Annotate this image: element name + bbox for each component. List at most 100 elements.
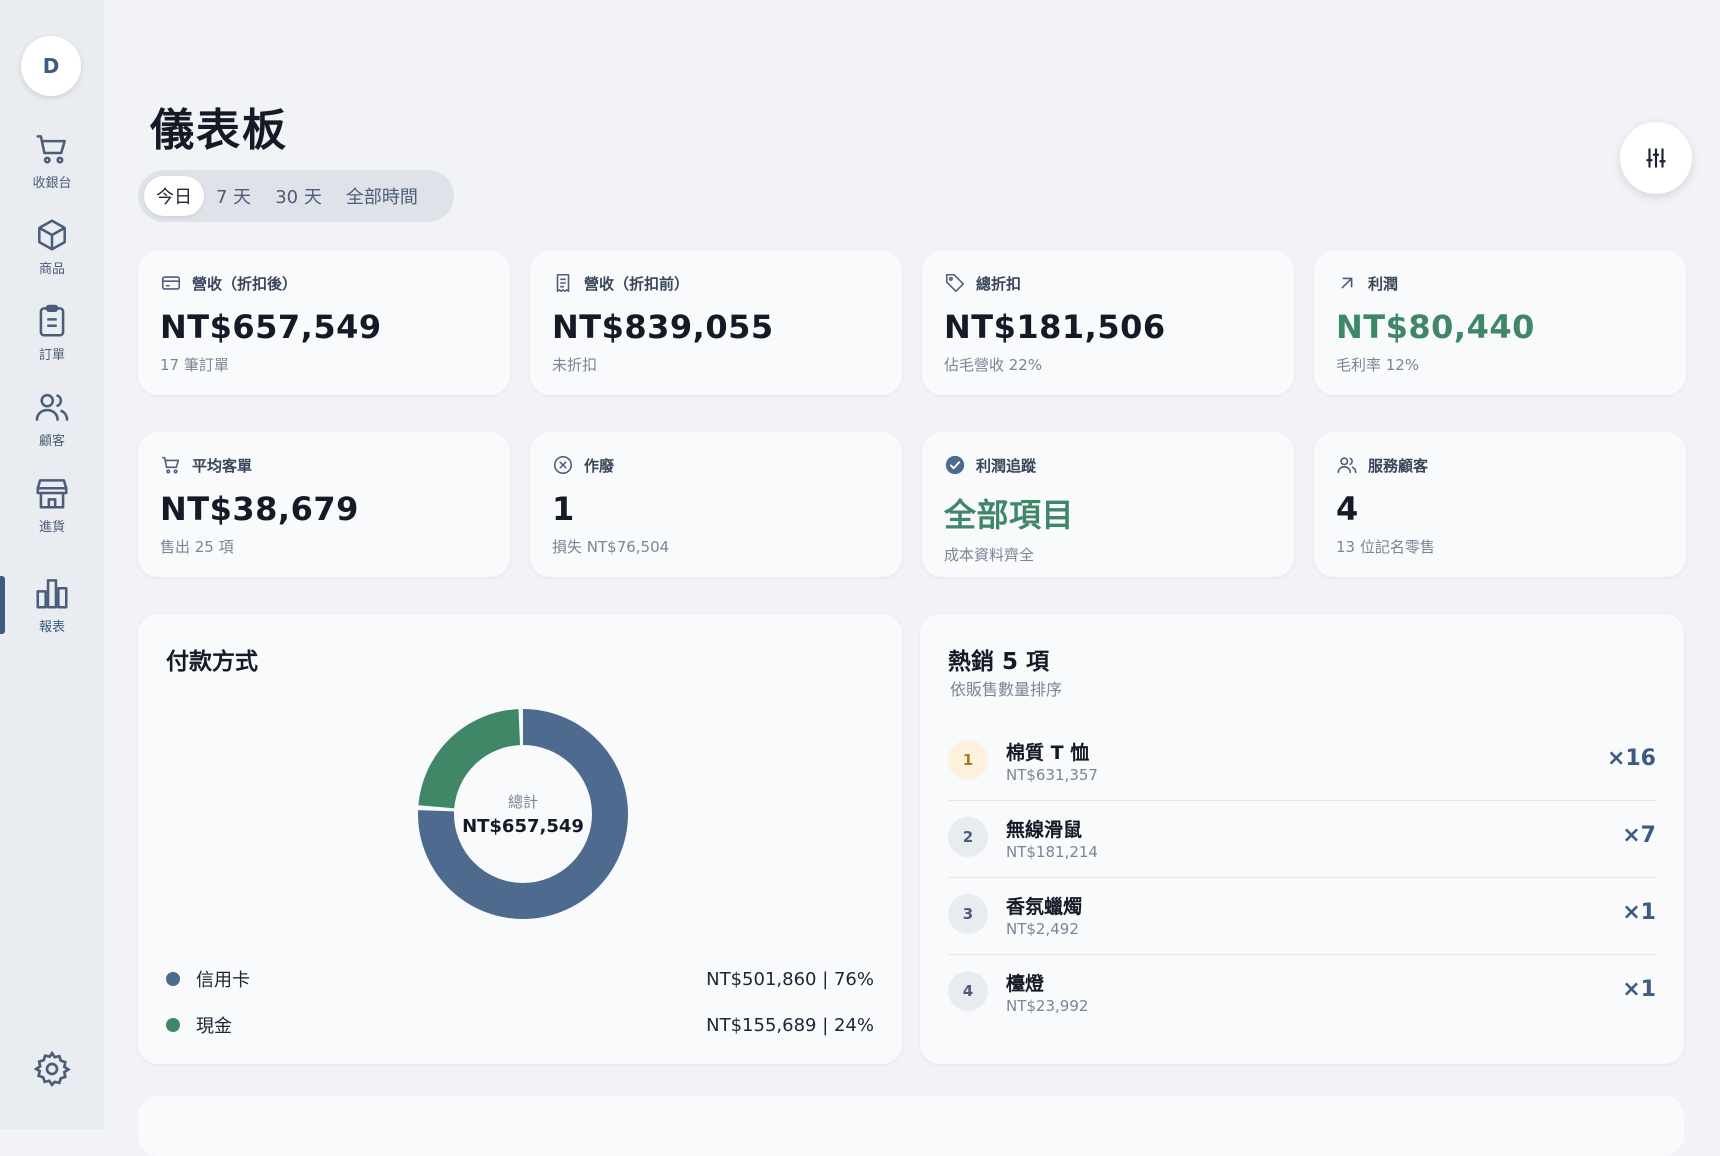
nav-item-cashier[interactable]: 收銀台: [0, 130, 104, 204]
legend-name: 信用卡: [196, 970, 250, 991]
product-name: 檯燈: [1006, 973, 1045, 995]
rank-badge: 4: [948, 971, 988, 1011]
nav-item-purchasing[interactable]: 進貨: [0, 474, 104, 548]
stat-label: 利潤: [1368, 274, 1399, 293]
date-range-selector: 今日 7 天 30 天 全部時間: [138, 170, 454, 222]
next-section-card: [138, 1096, 1684, 1156]
donut-total-value: NT$657,549: [462, 816, 584, 837]
section-subtitle: 依販售數量排序: [950, 680, 1063, 699]
top-sellers-card: 熱銷 5 項 依販售數量排序 1 棉質 T 恤 NT$631,357 ×16 2…: [920, 614, 1684, 1064]
product-revenue: NT$23,992: [1006, 997, 1089, 1015]
payment-donut-chart: 總計 NT$657,549: [403, 694, 643, 934]
nav-item-products[interactable]: 商品: [0, 216, 104, 290]
stat-value: 全部項目: [944, 496, 1075, 534]
nav-item-reports[interactable]: 報表: [0, 574, 104, 648]
product-name: 無線滑鼠: [1006, 819, 1083, 841]
arrow-up-right-icon: [1341, 277, 1353, 289]
bar-chart-icon: [36, 579, 68, 609]
nav-label: 商品: [38, 262, 65, 277]
stat-sub: 17 筆訂單: [160, 356, 229, 374]
rank-badge: 3: [948, 894, 988, 934]
nav-label: 收銀台: [32, 176, 72, 191]
tag-icon: [945, 273, 965, 293]
stat-sub: 未折扣: [552, 356, 598, 374]
sidebar: D 收銀台 商品 訂單 顧客 進貨 報表: [0, 0, 104, 1129]
stat-sub: 成本資料齊全: [944, 546, 1035, 564]
product-revenue: NT$2,492: [1006, 920, 1079, 938]
clipboard-icon: [39, 304, 65, 337]
list-item[interactable]: 3 香氛蠟燭 NT$2,492 ×1: [948, 878, 1656, 955]
check-circle-icon: [945, 455, 965, 475]
rank-badge: 2: [948, 817, 988, 857]
box-icon: [38, 219, 66, 251]
stat-card-voided: 作廢 1 損失 NT$76,504: [530, 432, 902, 577]
nav-label: 顧客: [38, 434, 65, 449]
legend-dot: [166, 1018, 180, 1032]
stat-value: NT$80,440: [1336, 308, 1535, 346]
list-item[interactable]: 2 無線滑鼠 NT$181,214 ×7: [948, 801, 1656, 878]
stat-label: 營收（折扣前）: [584, 274, 690, 293]
range-all[interactable]: 全部時間: [334, 176, 430, 216]
x-circle-icon: [553, 455, 573, 475]
donut-total-label: 總計: [507, 793, 538, 811]
stat-value: NT$38,679: [160, 490, 359, 528]
cart-icon: [36, 135, 66, 164]
stat-card-revenue-net: 營收（折扣後） NT$657,549 17 筆訂單: [138, 250, 510, 395]
cart-icon: [161, 456, 180, 474]
store-icon: [36, 479, 68, 509]
stat-sub: 售出 25 項: [160, 538, 234, 556]
stat-card-profit-tracking: 利潤追蹤 全部項目 成本資料齊全: [922, 432, 1294, 577]
stat-label: 利潤追蹤: [976, 456, 1037, 475]
top-sellers-list: 1 棉質 T 恤 NT$631,357 ×16 2 無線滑鼠 NT$181,21…: [948, 724, 1656, 1031]
stat-card-discount: 總折扣 NT$181,506 佔毛營收 22%: [922, 250, 1294, 395]
stat-value: 4: [1336, 490, 1359, 528]
list-item[interactable]: 4 檯燈 NT$23,992 ×1: [948, 955, 1656, 1031]
product-name: 棉質 T 恤: [1006, 742, 1090, 764]
product-quantity: ×1: [1622, 900, 1656, 925]
nav-item-customers[interactable]: 顧客: [0, 388, 104, 462]
nav-item-orders[interactable]: 訂單: [0, 302, 104, 376]
legend-name: 現金: [196, 1016, 232, 1037]
product-name: 香氛蠟燭: [1006, 896, 1083, 918]
stat-value: NT$181,506: [944, 308, 1166, 346]
rank-badge: 1: [948, 740, 988, 780]
sliders-icon: [1646, 148, 1666, 168]
product-revenue: NT$181,214: [1006, 843, 1098, 861]
nav-label: 訂單: [38, 348, 65, 363]
product-quantity: ×7: [1622, 823, 1656, 848]
legend-value: NT$155,689 | 24%: [706, 1014, 874, 1036]
receipt-icon: [556, 273, 570, 293]
range-today[interactable]: 今日: [144, 176, 204, 216]
stat-card-revenue-gross: 營收（折扣前） NT$839,055 未折扣: [530, 250, 902, 395]
settings-button[interactable]: [32, 1049, 72, 1089]
section-title: 付款方式: [166, 649, 258, 675]
stat-value: 1: [552, 490, 575, 528]
range-30d[interactable]: 30 天: [263, 176, 334, 216]
page-title: 儀表板: [150, 105, 288, 156]
legend-row-cash: 現金 NT$155,689 | 24%: [166, 1010, 874, 1040]
stat-label: 平均客單: [192, 456, 253, 475]
credit-card-icon: [161, 276, 181, 290]
legend-dot: [166, 972, 180, 986]
legend-value: NT$501,860 | 76%: [706, 968, 874, 990]
avatar[interactable]: D: [21, 36, 81, 96]
stat-sub: 13 位記名零售: [1336, 538, 1435, 556]
stat-label: 作廢: [584, 456, 615, 475]
filter-button[interactable]: [1620, 122, 1692, 194]
nav-label: 報表: [38, 620, 65, 635]
stat-sub: 損失 NT$76,504: [552, 538, 670, 556]
range-7d[interactable]: 7 天: [204, 176, 263, 216]
stat-value: NT$657,549: [160, 308, 382, 346]
active-indicator: [0, 576, 5, 634]
list-item[interactable]: 1 棉質 T 恤 NT$631,357 ×16: [948, 724, 1656, 801]
legend-row-card: 信用卡 NT$501,860 | 76%: [166, 964, 874, 994]
product-quantity: ×16: [1606, 746, 1656, 771]
stat-card-profit: 利潤 NT$80,440 毛利率 12%: [1314, 250, 1686, 395]
stat-sub: 毛利率 12%: [1336, 356, 1420, 374]
gear-icon: [33, 1050, 71, 1088]
nav-label: 進貨: [38, 520, 65, 535]
product-quantity: ×1: [1622, 977, 1656, 1002]
payment-methods-card: 付款方式 總計 NT$657,549 信用卡 NT$501,860 | 76% …: [138, 614, 902, 1064]
stat-label: 營收（折扣後）: [192, 274, 298, 293]
product-revenue: NT$631,357: [1006, 766, 1098, 784]
